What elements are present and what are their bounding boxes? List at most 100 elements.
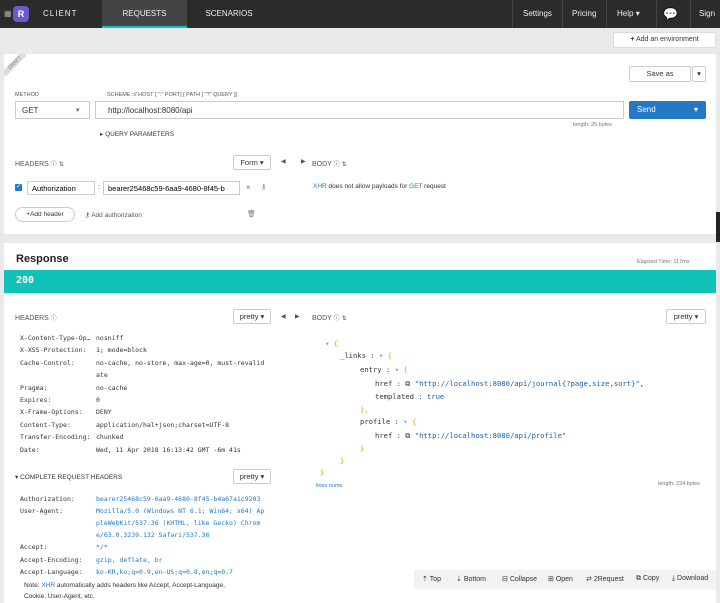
collapse-toggle[interactable]: ▾ xyxy=(379,351,383,360)
header-key: Authorization: xyxy=(20,495,75,503)
method-select[interactable]: GET ▾ xyxy=(15,101,90,119)
close-icon[interactable]: × xyxy=(246,183,251,192)
colon-separator: : xyxy=(98,184,100,191)
top-button[interactable]: ⇡ Top xyxy=(422,575,441,583)
pretty-label: pretty xyxy=(673,312,693,321)
nav-sign[interactable]: Sign xyxy=(699,0,715,28)
scrollbar-thumb[interactable] xyxy=(716,212,720,242)
json-profile-href-value[interactable]: "http://localhost:8080/api/profile" xyxy=(415,431,566,440)
download-button[interactable]: ⤓ Download xyxy=(672,575,708,583)
add-authorization-link[interactable]: ⚷ Add authorization xyxy=(85,211,142,219)
json-profile-close: } xyxy=(360,444,365,453)
json-entry-href-value[interactable]: "http://localhost:8080/api/journal{?page… xyxy=(415,379,640,388)
collapse-left-icon[interactable]: ◀ xyxy=(281,158,286,165)
json-root-open: ▾ { xyxy=(325,339,338,348)
chevron-down-icon: ▾ xyxy=(635,9,640,18)
trash-icon[interactable]: 🗑 xyxy=(247,210,256,218)
nav-pricing[interactable]: Pricing xyxy=(572,0,596,28)
url-label: SCHEME :// HOST [ ":" PORT] [ PATH [ "?"… xyxy=(107,92,238,98)
header-value: no-cache, no-store, max-age=0, must-reva… xyxy=(96,358,265,367)
response-headers-label: HEADERS ⓘ xyxy=(15,313,57,322)
nav-settings[interactable]: Settings xyxy=(523,0,552,28)
request-headers-pretty-dropdown[interactable]: pretty ▾ xyxy=(233,469,271,484)
header-key: Cache-Control: xyxy=(20,358,75,367)
form-dropdown[interactable]: Form ▾ xyxy=(233,155,271,170)
chat-icon[interactable]: 💬 xyxy=(663,0,678,28)
url-input[interactable] xyxy=(95,101,624,119)
json-templated-value: true xyxy=(426,392,445,401)
headers-pretty-dropdown[interactable]: pretty ▾ xyxy=(233,309,271,324)
complete-request-headers-label: COMPLETE REQUEST HEADERS xyxy=(20,474,123,481)
body-pretty-dropdown[interactable]: pretty ▾ xyxy=(666,309,706,324)
add-authorization-label: Add authorization xyxy=(91,212,142,219)
collapse-toggle[interactable]: ▾ xyxy=(395,365,399,374)
elapsed-time: Elapsed Time: 117ms xyxy=(637,259,690,265)
collapse-toggle[interactable]: ▾ xyxy=(403,417,407,426)
header-value-input[interactable] xyxy=(103,181,240,195)
nav-help[interactable]: Help ▾ xyxy=(617,0,640,28)
header-key: X-Content-Type-Op… xyxy=(20,334,91,342)
toolbar-label: Top xyxy=(429,576,441,583)
json-key-templated: templated xyxy=(375,392,414,401)
collapse-left-icon[interactable]: ◀ xyxy=(281,313,286,320)
apps-grid-icon[interactable]: ▦ xyxy=(4,0,12,28)
tab-scenarios-label: SCENARIOS xyxy=(205,9,253,18)
tab-requests[interactable]: REQUESTS xyxy=(102,0,187,28)
save-as-button[interactable]: Save as xyxy=(629,66,691,82)
plus-icon: + xyxy=(630,36,635,43)
toolbar-label: Copy xyxy=(642,575,660,582)
response-toolbar: ⇡ Top ⇣ Bottom ⊟ Collapse ⊞ Open ⇄ 2Request ⧉… xyxy=(414,570,716,589)
header-value: DENY xyxy=(96,408,112,417)
collapse-icon: ⊟ xyxy=(502,576,510,583)
chevron-down-icon: ▾ xyxy=(259,158,264,167)
json-key-href: href xyxy=(375,431,393,440)
copy-button[interactable]: ⧉ Copy xyxy=(636,575,659,583)
json-links-close: } xyxy=(340,456,345,465)
collapse-right-icon[interactable]: ▶ xyxy=(301,158,306,165)
header-value: no-cache xyxy=(96,383,128,392)
header-value: */* xyxy=(96,543,108,551)
add-header-button[interactable]: +Add header xyxy=(15,207,75,222)
external-link-icon[interactable]: ⧉ xyxy=(405,379,410,388)
header-enabled-checkbox[interactable]: ✓ xyxy=(15,184,22,191)
to-request-button[interactable]: ⇄ 2Request xyxy=(586,575,624,583)
collapse-button[interactable]: ⊟ Collapse xyxy=(502,575,537,583)
add-environment-label: Add an environment xyxy=(636,36,699,43)
open-icon: ⊞ xyxy=(548,576,556,583)
xhr-link[interactable]: XHR xyxy=(41,582,55,589)
header-key: X-XSS-Protection: xyxy=(20,346,87,355)
complete-request-headers-toggle[interactable]: ▾ COMPLETE REQUEST HEADERS xyxy=(15,473,122,481)
header-value: Mozilla/5.0 (Windows NT 6.1; Win64; x64)… xyxy=(96,507,265,515)
add-environment-button[interactable]: + Add an environment xyxy=(613,32,716,48)
open-button[interactable]: ⊞ Open xyxy=(548,575,573,583)
body-note-end: request xyxy=(422,183,446,190)
headers-label: HEADERS ⓘ ⇅ xyxy=(15,159,64,168)
bottom-button[interactable]: ⇣ Bottom xyxy=(456,575,486,583)
toolbar-label: Bottom xyxy=(463,576,486,583)
draft-ribbon: DRAFT xyxy=(4,54,26,76)
header-name-input[interactable] xyxy=(27,181,95,195)
key-icon[interactable]: ⚷ xyxy=(261,183,266,191)
collapse-right-icon[interactable]: ▶ xyxy=(295,313,300,320)
nav-help-label: Help xyxy=(617,9,634,18)
json-key-href: href xyxy=(375,379,393,388)
json-templated-line: templated : true xyxy=(375,392,445,401)
method-value: GET xyxy=(22,106,39,115)
key-icon: ⚷ xyxy=(85,212,90,219)
send-button[interactable]: Send ▾ xyxy=(629,101,706,119)
tab-scenarios[interactable]: SCENARIOS xyxy=(190,0,268,28)
note-text: automatically adds headers like Accept, … xyxy=(55,582,225,589)
header-key: Content-Type: xyxy=(20,420,71,429)
add-header-label: Add header xyxy=(30,211,64,218)
arrow-down-icon: ⇣ xyxy=(456,576,464,583)
collapse-toggle[interactable]: ▾ xyxy=(325,339,329,348)
xhr-link[interactable]: XHR xyxy=(313,183,327,190)
header-value: ko-KR,ko;q=0.9,en-US;q=0.8,en;q=0.7 xyxy=(96,568,233,576)
get-link[interactable]: GET xyxy=(409,183,422,190)
query-parameters-toggle[interactable]: ▸ QUERY PARAMETERS xyxy=(100,130,174,138)
header-key: Expires: xyxy=(20,396,52,404)
save-as-label: Save as xyxy=(646,69,674,78)
external-link-icon[interactable]: ⧉ xyxy=(405,431,410,440)
save-dropdown-button[interactable]: ▾ xyxy=(692,66,706,82)
lines-nums-link[interactable]: lines nums xyxy=(316,483,342,489)
